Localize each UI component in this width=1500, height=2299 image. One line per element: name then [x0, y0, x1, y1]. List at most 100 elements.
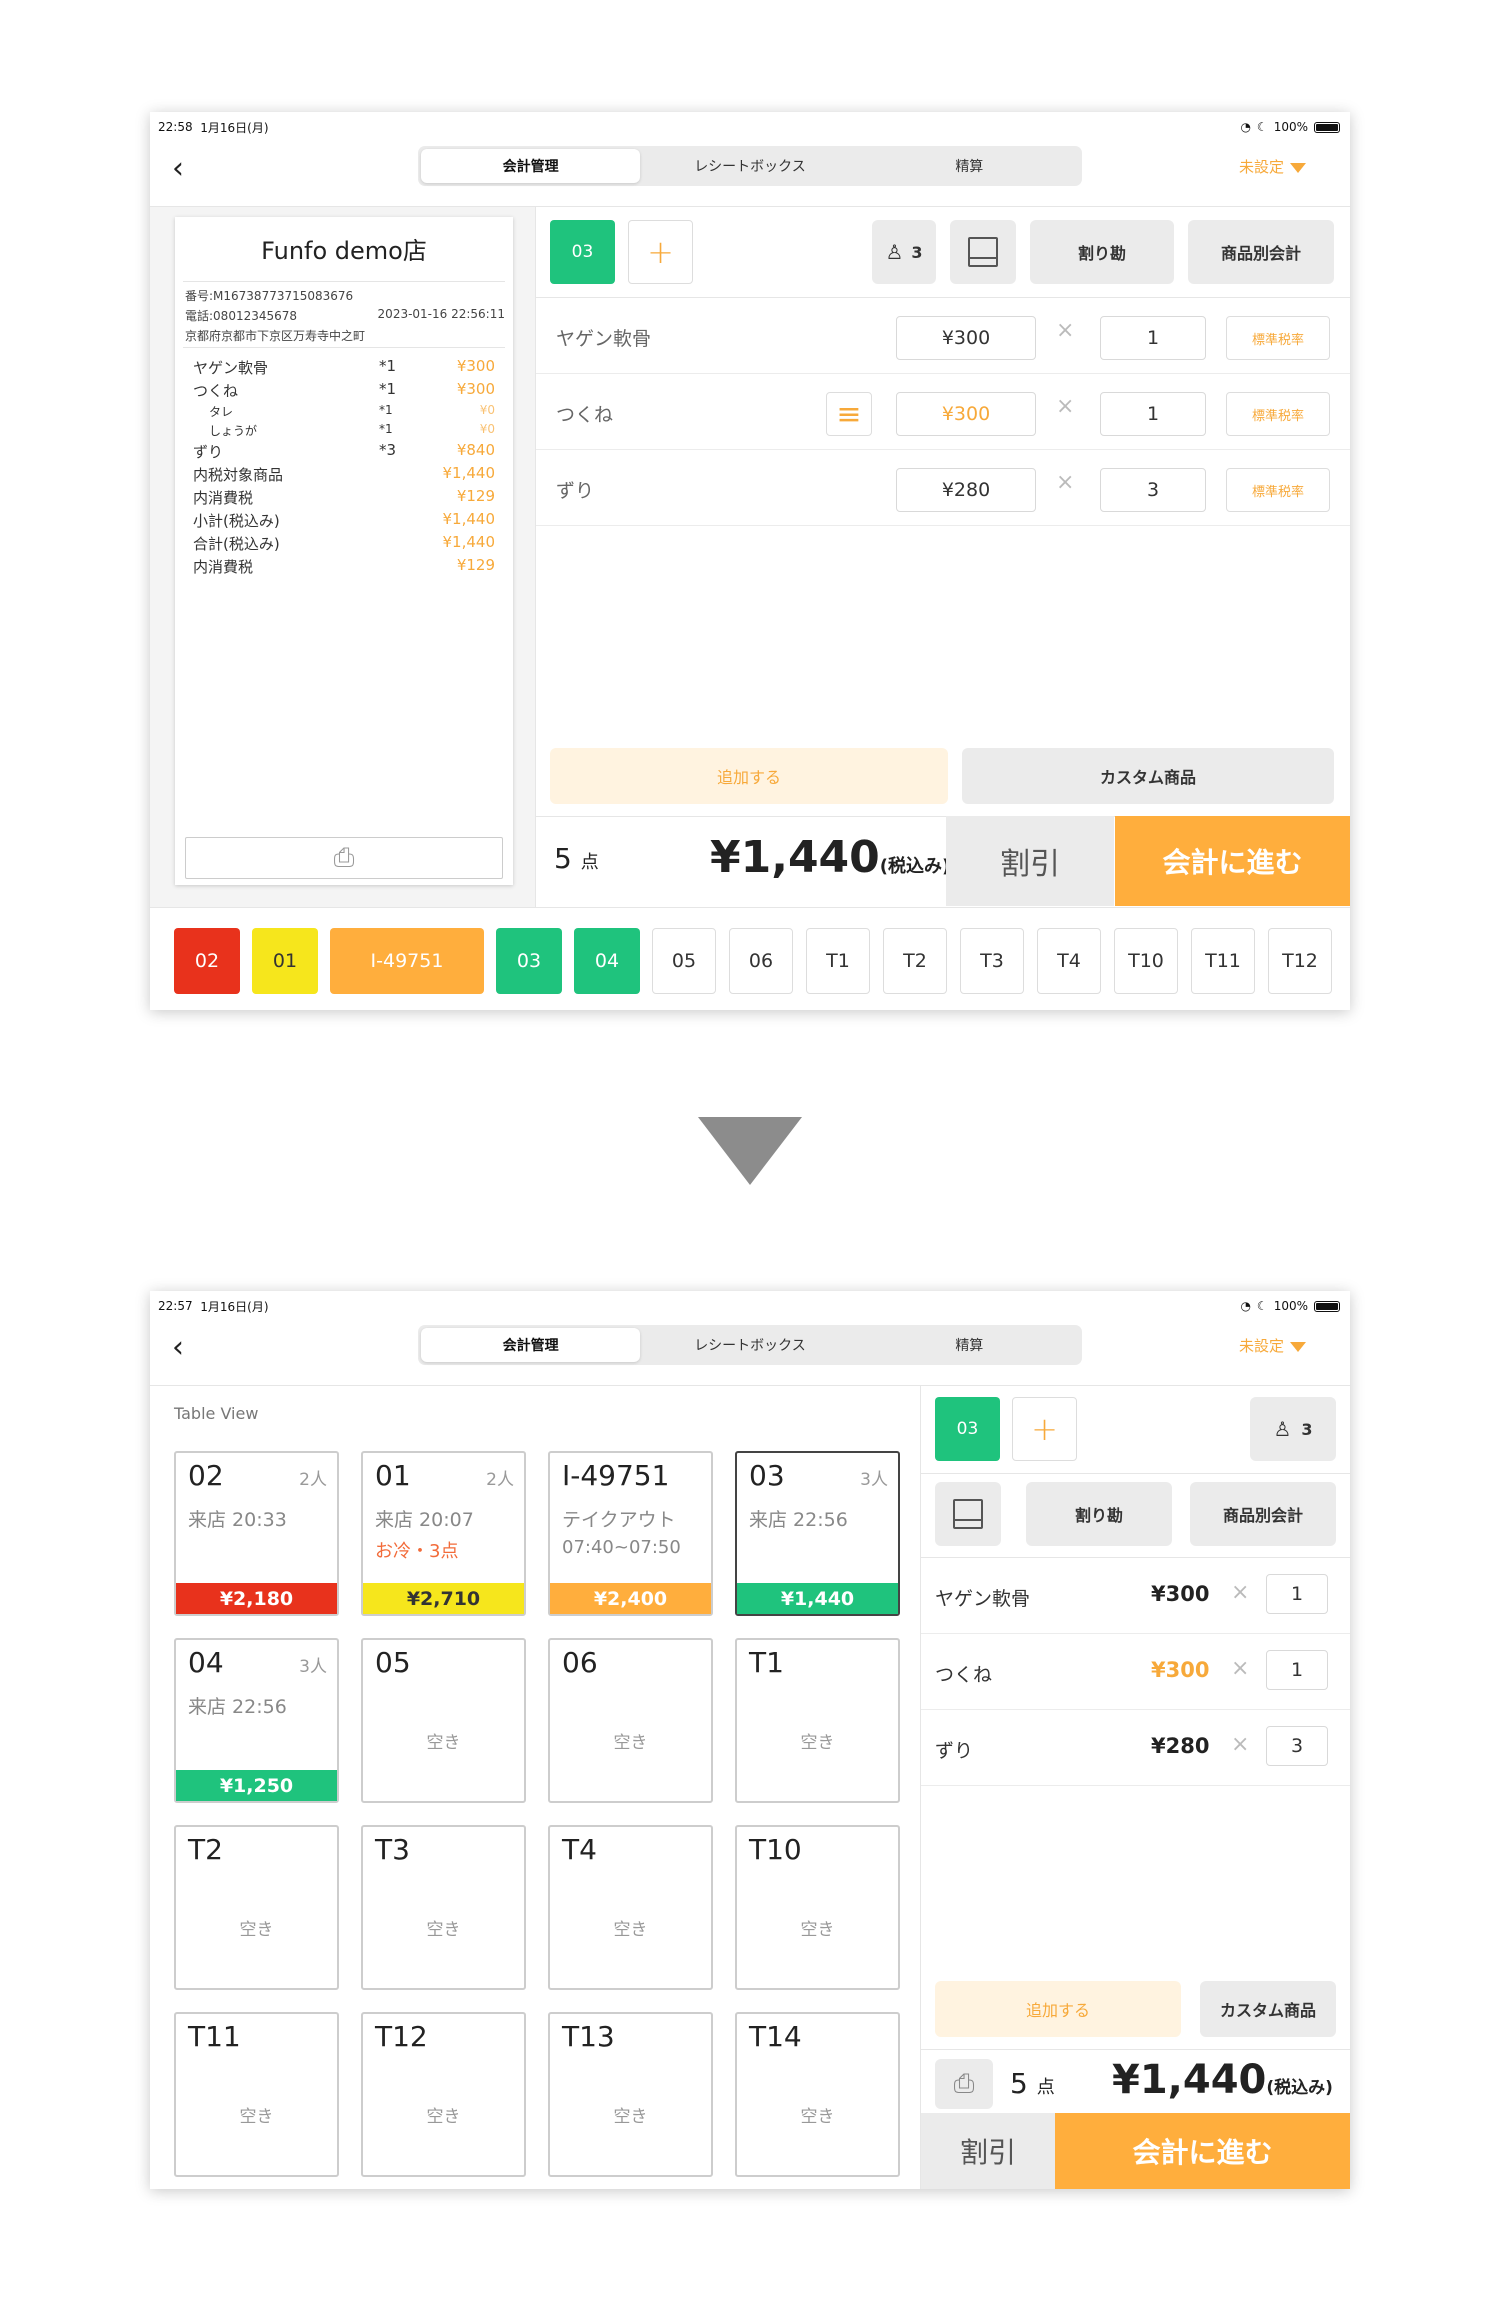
tax-rate-button[interactable]: 標準税率 [1226, 316, 1330, 360]
add-order-button[interactable]: + [1012, 1397, 1077, 1461]
table-tab[interactable]: T1 [806, 928, 870, 994]
custom-item-button[interactable]: カスタム商品 [1200, 1981, 1336, 2037]
receipt-line-value: ¥300 [456, 357, 495, 375]
table-card[interactable]: T11 空き [174, 2012, 339, 2177]
order-item-row[interactable]: つくね ¥300 × 1 [921, 1634, 1350, 1710]
tab-settlement[interactable]: 精算 [860, 149, 1079, 183]
back-chevron-icon[interactable]: ‹ [172, 1333, 196, 1363]
table-card[interactable]: 03 3人 来店 22:56 ¥1,440 [735, 1451, 900, 1616]
item-bill-button[interactable]: 商品別会計 [1188, 220, 1334, 284]
table-tab[interactable]: 02 [174, 928, 240, 994]
table-card[interactable]: T1 空き [735, 1638, 900, 1803]
receipt-line-name: タレ [209, 405, 234, 419]
status-bar: 22:57 1月16日(月) ◔ ☾ 100% [158, 1295, 1340, 1317]
tab-accounting[interactable]: 会計管理 [421, 149, 641, 183]
people-button[interactable]: ♙ 3 [872, 220, 936, 284]
split-bill-button[interactable]: 割り勘 [1026, 1482, 1172, 1546]
tab-settlement[interactable]: 精算 [860, 1328, 1079, 1362]
receipt-summary-name: 内消費税 [193, 489, 254, 507]
table-card[interactable]: 01 2人 来店 20:07 お冷・3点 ¥2,710 [361, 1451, 526, 1616]
table-card[interactable]: 05 空き [361, 1638, 526, 1803]
table-tab[interactable]: 04 [574, 928, 640, 994]
table-name: T2 [188, 1833, 223, 1866]
table-card[interactable]: I-49751 テイクアウト 07:40~07:50 ¥2,400 [548, 1451, 713, 1616]
split-bill-button[interactable]: 割り勘 [1030, 220, 1174, 284]
table-tab[interactable]: T11 [1191, 928, 1255, 994]
order-item-row[interactable]: ずり ¥280 × 3 [921, 1710, 1350, 1786]
proceed-checkout-button[interactable]: 会計に進む [1055, 2113, 1350, 2189]
item-bill-button[interactable]: 商品別会計 [1190, 1482, 1336, 1546]
tax-rate-button[interactable]: 標準税率 [1226, 392, 1330, 436]
table-card[interactable]: T12 空き [361, 2012, 526, 2177]
custom-item-button[interactable]: カスタム商品 [962, 748, 1334, 804]
back-chevron-icon[interactable]: ‹ [172, 154, 196, 184]
item-name: つくね [935, 1664, 993, 1686]
unset-dropdown[interactable]: 未設定 [1239, 156, 1306, 177]
unset-dropdown[interactable]: 未設定 [1239, 1335, 1306, 1356]
add-item-button[interactable]: 追加する [550, 748, 948, 804]
item-price[interactable]: ¥300 [896, 316, 1036, 360]
table-name: T1 [749, 1646, 784, 1679]
table-name: 06 [562, 1646, 598, 1679]
order-item-row[interactable]: ヤゲン軟骨 ¥300 × 1 [921, 1558, 1350, 1634]
people-button[interactable]: ♙ 3 [1250, 1397, 1336, 1461]
receipt-line: ずり *3 ¥840 [193, 441, 495, 462]
drawer-button[interactable] [935, 1482, 1001, 1546]
discount-button[interactable]: 割引 [921, 2113, 1055, 2189]
order-items: ヤゲン軟骨 ¥300 × 1 つくね ¥300 × 1 ずり ¥280 × 3 [921, 1558, 1350, 1788]
tax-rate-button[interactable]: 標準税率 [1226, 468, 1330, 512]
table-card[interactable]: 04 3人 来店 22:56 ¥1,250 [174, 1638, 339, 1803]
item-qty[interactable]: 1 [1100, 316, 1206, 360]
table-note: お冷・3点 [375, 1541, 459, 1562]
battery-percent: 100% [1273, 1299, 1308, 1313]
tab-receipt-box[interactable]: レシートボックス [640, 149, 859, 183]
options-menu-icon[interactable]: ≡ [826, 392, 872, 436]
item-qty[interactable]: 1 [1266, 1650, 1328, 1690]
order-item-row[interactable]: ずり ¥280 × 3 標準税率 [536, 450, 1350, 526]
order-item-row[interactable]: ヤゲン軟骨 ¥300 × 1 標準税率 [536, 298, 1350, 374]
table-tab[interactable]: 03 [496, 928, 562, 994]
table-tab[interactable]: T4 [1037, 928, 1101, 994]
item-qty[interactable]: 1 [1100, 392, 1206, 436]
print-button[interactable]: ⎙ [185, 837, 503, 879]
discount-button[interactable]: 割引 [946, 816, 1114, 906]
item-price[interactable]: ¥300 [896, 392, 1036, 436]
order-item-row[interactable]: つくね ≡ ¥300 × 1 標準税率 [536, 374, 1350, 450]
table-tab[interactable]: T12 [1268, 928, 1332, 994]
receipt-line: しょうが *1 ¥0 [193, 422, 495, 439]
add-item-button[interactable]: 追加する [935, 1981, 1181, 2037]
table-card[interactable]: T10 空き [735, 1825, 900, 1990]
table-card[interactable]: T4 空き [548, 1825, 713, 1990]
order-tab-03[interactable]: 03 [935, 1397, 1000, 1461]
table-card[interactable]: T2 空き [174, 1825, 339, 1990]
item-qty[interactable]: 3 [1100, 468, 1206, 512]
table-card[interactable]: T3 空き [361, 1825, 526, 1990]
table-tab[interactable]: 05 [652, 928, 716, 994]
table-card[interactable]: 06 空き [548, 1638, 713, 1803]
add-order-button[interactable]: + [628, 220, 693, 284]
table-card[interactable]: T13 空き [548, 2012, 713, 2177]
table-tab[interactable]: 06 [729, 928, 793, 994]
table-tab[interactable]: T3 [960, 928, 1024, 994]
item-price[interactable]: ¥280 [896, 468, 1036, 512]
drawer-button[interactable] [950, 220, 1016, 284]
item-qty[interactable]: 1 [1266, 1574, 1328, 1614]
table-card[interactable]: T14 空き [735, 2012, 900, 2177]
tab-accounting[interactable]: 会計管理 [421, 1328, 641, 1362]
proceed-checkout-button[interactable]: 会計に進む [1115, 816, 1350, 906]
table-card[interactable]: 02 2人 来店 20:33 ¥2,180 [174, 1451, 339, 1616]
tab-receipt-box[interactable]: レシートボックス [640, 1328, 859, 1362]
receipt-line-value: ¥840 [456, 441, 495, 459]
status-right: ◔ ☾ 100% [1240, 120, 1340, 134]
table-tab[interactable]: T10 [1114, 928, 1178, 994]
item-qty[interactable]: 3 [1266, 1726, 1328, 1766]
receipt-summary-name: 合計(税込み) [193, 535, 280, 553]
battery-percent: 100% [1273, 120, 1308, 134]
table-tab[interactable]: T2 [883, 928, 947, 994]
table-tab[interactable]: I-49751 [330, 928, 484, 994]
tax-incl-label: (税込み) [1266, 2078, 1333, 2098]
triangle-down-icon [1290, 1341, 1306, 1352]
table-tab[interactable]: 01 [252, 928, 318, 994]
print-button[interactable]: ⎙ [935, 2059, 993, 2109]
order-tab-03[interactable]: 03 [550, 220, 615, 284]
